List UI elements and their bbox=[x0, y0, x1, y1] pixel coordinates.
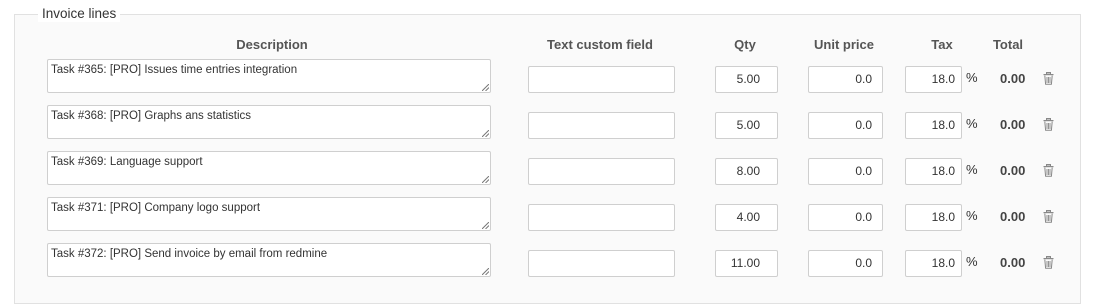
tax-input[interactable]: 18.0 bbox=[905, 66, 962, 93]
header-unit-price: Unit price bbox=[814, 37, 874, 52]
resize-grip-icon[interactable] bbox=[482, 84, 489, 91]
trash-icon[interactable] bbox=[1043, 72, 1054, 85]
unit-price-input[interactable]: 0.0 bbox=[808, 112, 883, 139]
custom-field-input[interactable] bbox=[528, 112, 675, 139]
tax-percent-label: % bbox=[966, 208, 978, 223]
description-text: Task #369: Language support bbox=[51, 156, 203, 168]
tax-input[interactable]: 18.0 bbox=[905, 112, 962, 139]
trash-icon[interactable] bbox=[1043, 210, 1054, 223]
description-textarea[interactable]: Task #371: [PRO] Company logo support bbox=[47, 197, 491, 231]
tax-percent-label: % bbox=[966, 254, 978, 269]
custom-field-input[interactable] bbox=[528, 158, 675, 185]
description-text: Task #372: [PRO] Send invoice by email f… bbox=[51, 248, 328, 260]
trash-icon[interactable] bbox=[1043, 256, 1054, 269]
custom-field-input[interactable] bbox=[528, 66, 675, 93]
qty-input[interactable]: 4.00 bbox=[715, 204, 778, 231]
qty-input[interactable]: 5.00 bbox=[715, 66, 778, 93]
description-textarea[interactable]: Task #372: [PRO] Send invoice by email f… bbox=[47, 243, 491, 277]
trash-icon[interactable] bbox=[1043, 164, 1054, 177]
invoice-line-row: Task #365: [PRO] Issues time entries int… bbox=[0, 59, 1105, 99]
tax-input[interactable]: 18.0 bbox=[905, 158, 962, 185]
header-custom-field: Text custom field bbox=[547, 37, 653, 52]
header-qty: Qty bbox=[734, 37, 756, 52]
header-total: Total bbox=[992, 37, 1024, 52]
resize-grip-icon[interactable] bbox=[482, 268, 489, 275]
unit-price-input[interactable]: 0.0 bbox=[808, 66, 883, 93]
tax-input[interactable]: 18.0 bbox=[905, 204, 962, 231]
header-tax: Tax bbox=[931, 37, 953, 52]
line-total: 0.00 bbox=[1000, 209, 1026, 224]
invoice-lines-legend: Invoice lines bbox=[38, 6, 121, 22]
unit-price-input[interactable]: 0.0 bbox=[808, 250, 883, 277]
qty-input[interactable]: 8.00 bbox=[715, 158, 778, 185]
custom-field-input[interactable] bbox=[528, 204, 675, 231]
tax-percent-label: % bbox=[966, 162, 978, 177]
invoice-line-row: Task #371: [PRO] Company logo support 4.… bbox=[0, 197, 1105, 237]
custom-field-input[interactable] bbox=[528, 250, 675, 277]
unit-price-input[interactable]: 0.0 bbox=[808, 158, 883, 185]
line-total: 0.00 bbox=[1000, 71, 1026, 86]
line-total: 0.00 bbox=[1000, 117, 1026, 132]
line-total: 0.00 bbox=[1000, 255, 1026, 270]
line-total: 0.00 bbox=[1000, 163, 1026, 178]
resize-grip-icon[interactable] bbox=[482, 222, 489, 229]
description-text: Task #371: [PRO] Company logo support bbox=[51, 202, 261, 214]
tax-percent-label: % bbox=[966, 70, 978, 85]
invoice-line-row: Task #369: Language support 8.00 0.0 18.… bbox=[0, 151, 1105, 191]
header-description: Description bbox=[236, 37, 308, 52]
tax-input[interactable]: 18.0 bbox=[905, 250, 962, 277]
resize-grip-icon[interactable] bbox=[482, 130, 489, 137]
resize-grip-icon[interactable] bbox=[482, 176, 489, 183]
description-text: Task #368: [PRO] Graphs ans statistics bbox=[51, 110, 252, 122]
tax-percent-label: % bbox=[966, 116, 978, 131]
description-textarea[interactable]: Task #368: [PRO] Graphs ans statistics bbox=[47, 105, 491, 139]
qty-input[interactable]: 5.00 bbox=[715, 112, 778, 139]
invoice-line-row: Task #372: [PRO] Send invoice by email f… bbox=[0, 243, 1105, 283]
trash-icon[interactable] bbox=[1043, 118, 1054, 131]
description-text: Task #365: [PRO] Issues time entries int… bbox=[51, 64, 298, 76]
invoice-line-row: Task #368: [PRO] Graphs ans statistics 5… bbox=[0, 105, 1105, 145]
qty-input[interactable]: 11.00 bbox=[715, 250, 778, 277]
description-textarea[interactable]: Task #365: [PRO] Issues time entries int… bbox=[47, 59, 491, 93]
description-textarea[interactable]: Task #369: Language support bbox=[47, 151, 491, 185]
unit-price-input[interactable]: 0.0 bbox=[808, 204, 883, 231]
